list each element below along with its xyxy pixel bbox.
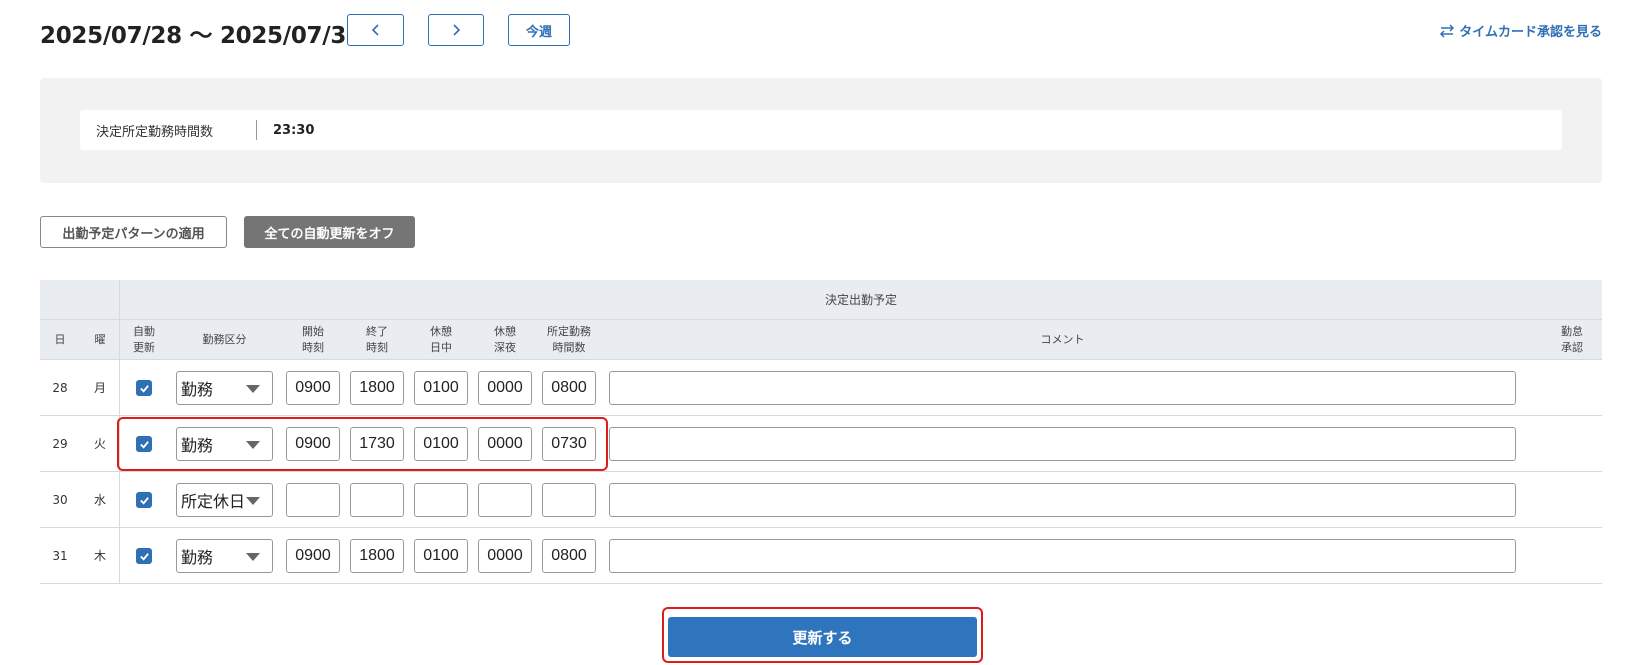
previous-week-button[interactable] [347, 14, 404, 46]
update-button[interactable]: 更新する [668, 617, 977, 657]
table-row: 28 月 勤務 0900 1800 0100 0000 0800 [40, 360, 1602, 416]
row-day: 29 [52, 437, 68, 451]
col-start-time: 開始 時刻 [302, 325, 324, 354]
break-day-input[interactable]: 0100 [414, 539, 468, 573]
summary-row: 決定所定勤務時間数 23:30 [80, 110, 1562, 150]
comment-input[interactable] [609, 483, 1516, 517]
comment-input[interactable] [609, 539, 1516, 573]
col-comment: コメント [1040, 333, 1085, 346]
group-header-title: 決定出勤予定 [824, 293, 897, 307]
col-work-type: 勤務区分 [202, 333, 247, 346]
scheduled-hours-value: 23:30 [273, 122, 315, 138]
work-type-select[interactable]: 勤務 [176, 427, 273, 461]
comment-input[interactable] [609, 427, 1516, 461]
end-time-input[interactable] [350, 483, 404, 517]
timecard-approval-link[interactable]: タイムカード承認を見る [1439, 21, 1602, 40]
auto-update-checkbox[interactable] [136, 492, 152, 508]
col-break-day: 休憩 日中 [430, 325, 452, 354]
row-day: 31 [52, 549, 68, 563]
col-break-night: 休憩 深夜 [494, 325, 516, 354]
table-row: 30 水 所定休日 [40, 472, 1602, 528]
auto-update-checkbox[interactable] [136, 436, 152, 452]
table-row: 31 木 勤務 0900 1800 0100 0000 0800 [40, 528, 1602, 584]
this-week-button[interactable]: 今週 [508, 14, 570, 46]
summary-panel: 決定所定勤務時間数 23:30 [40, 78, 1602, 183]
submit-highlight-annotation: 更新する [662, 607, 983, 663]
caret-down-icon [246, 385, 260, 393]
col-auto-update: 自動 更新 [133, 325, 155, 354]
row-weekday: 水 [93, 493, 106, 507]
apply-pattern-button[interactable]: 出勤予定パターンの適用 [40, 216, 227, 248]
break-day-input[interactable] [414, 483, 468, 517]
work-type-select[interactable]: 勤務 [176, 371, 273, 405]
col-end-time: 終了 時刻 [366, 325, 388, 354]
break-day-input[interactable]: 0100 [414, 371, 468, 405]
end-time-input[interactable]: 1800 [350, 539, 404, 573]
auto-update-checkbox[interactable] [136, 380, 152, 396]
check-icon [139, 496, 149, 505]
scheduled-hours-input[interactable]: 0730 [542, 427, 596, 461]
table-group-header: 決定出勤予定 [40, 280, 1602, 320]
start-time-input[interactable]: 0900 [286, 371, 340, 405]
caret-down-icon [246, 553, 260, 561]
date-range-title: 2025/07/28 〜 2025/07/31 [40, 23, 362, 49]
start-time-input[interactable]: 0900 [286, 539, 340, 573]
work-type-value: 勤務 [181, 436, 214, 455]
caret-down-icon [246, 441, 260, 449]
start-time-input[interactable] [286, 483, 340, 517]
end-time-input[interactable]: 1800 [350, 371, 404, 405]
auto-update-off-button[interactable]: 全ての自動更新をオフ [244, 216, 415, 248]
row-weekday: 木 [93, 549, 106, 563]
row-weekday: 月 [93, 381, 106, 395]
work-type-value: 勤務 [181, 548, 214, 567]
timecard-link-label: タイムカード承認を見る [1459, 25, 1602, 40]
page-header: 2025/07/28 〜 2025/07/31 今週 タイムカード承認を見る [40, 14, 1602, 49]
table-row: 29 火 勤務 0900 1730 0100 0000 0730 [40, 416, 1602, 472]
column-divider [119, 280, 120, 584]
break-night-input[interactable] [478, 483, 532, 517]
work-type-value: 勤務 [181, 380, 214, 399]
col-day: 日 [54, 333, 66, 346]
check-icon [139, 552, 149, 561]
row-weekday: 火 [93, 437, 106, 451]
scheduled-hours-input[interactable] [542, 483, 596, 517]
break-night-input[interactable]: 0000 [478, 539, 532, 573]
check-icon [139, 384, 149, 393]
row-day: 28 [52, 381, 68, 395]
break-night-input[interactable]: 0000 [478, 427, 532, 461]
scheduled-hours-input[interactable]: 0800 [542, 539, 596, 573]
comment-input[interactable] [609, 371, 1516, 405]
break-day-input[interactable]: 0100 [414, 427, 468, 461]
chevron-right-icon [453, 24, 461, 36]
scheduled-hours-label: 決定所定勤務時間数 [96, 124, 214, 140]
col-scheduled-hours: 所定勤務 時間数 [547, 325, 591, 354]
check-icon [139, 440, 149, 449]
work-type-select[interactable]: 勤務 [176, 539, 273, 573]
scheduled-hours-input[interactable]: 0800 [542, 371, 596, 405]
next-week-button[interactable] [428, 14, 484, 46]
caret-down-icon [246, 497, 260, 505]
swap-arrows-icon [1440, 23, 1455, 38]
col-approval: 勤怠 承認 [1561, 325, 1583, 354]
work-type-value: 所定休日 [181, 492, 246, 511]
chevron-left-icon [371, 24, 379, 36]
break-night-input[interactable]: 0000 [478, 371, 532, 405]
auto-update-checkbox[interactable] [136, 548, 152, 564]
end-time-input[interactable]: 1730 [350, 427, 404, 461]
start-time-input[interactable]: 0900 [286, 427, 340, 461]
row-day: 30 [52, 493, 68, 507]
col-weekday: 曜 [94, 333, 106, 346]
work-type-select[interactable]: 所定休日 [176, 483, 273, 517]
table-column-header: 日 曜 自動 更新 勤務区分 開始 時刻 終了 時刻 休憩 日中 休憩 深夜 所… [40, 320, 1602, 360]
